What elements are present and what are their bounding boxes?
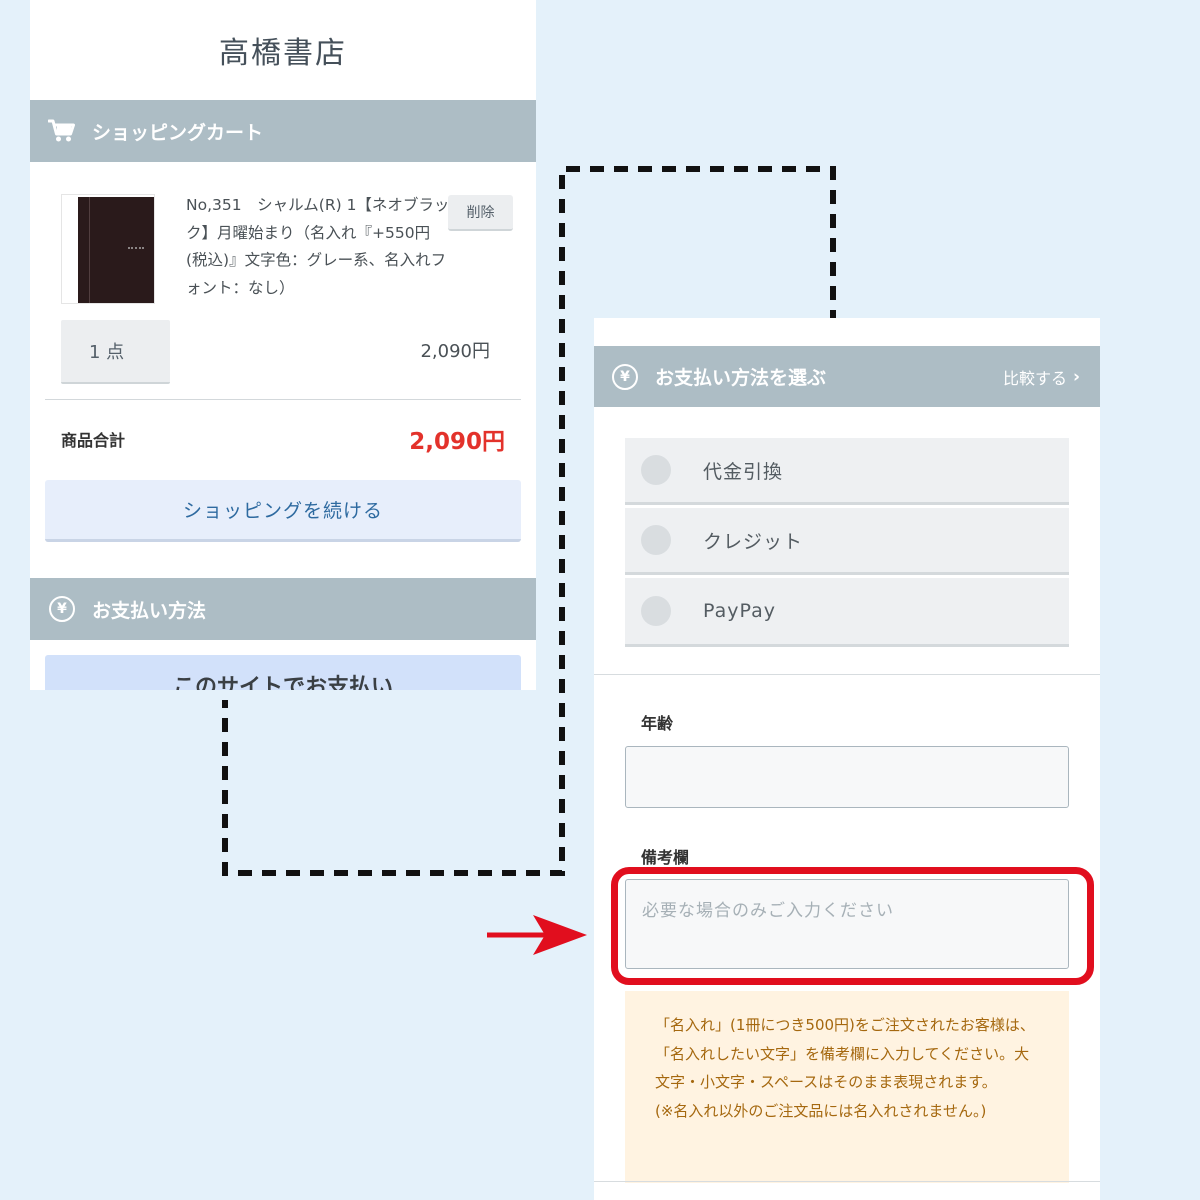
notes-label: 備考欄 [641,848,690,867]
compare-label: 比較する [1002,368,1067,388]
notice-paragraph: 「名入れ」(1冊につき500円)をご注文されたお客様は、「名入れしたい文字」を備… [655,1016,1035,1091]
right-panel: ¥ お支払い方法を選ぶ 比較する › 代金引換 クレジット PayPay 年齢 … [594,318,1100,1200]
chevron-right-icon: › [1072,366,1080,387]
engraving-notice: 「名入れ」(1冊につき500円)をご注文されたお客様は、「名入れしたい文字」を備… [625,991,1069,1183]
radio-button[interactable] [641,596,671,626]
payment-header-right-label: お支払い方法を選ぶ [655,367,827,389]
age-input[interactable] [625,746,1069,808]
bottom-divider [594,1181,1100,1182]
notice-note: (※名入れ以外のご注文品には名入れされません。) [655,1101,987,1120]
radio-button[interactable] [641,455,671,485]
divider [594,674,1100,675]
payment-header-right: ¥ お支払い方法を選ぶ 比較する › [594,346,1100,407]
payment-option-paypay[interactable]: PayPay [625,578,1069,647]
payment-option-label: クレジット [703,530,804,553]
arrow-right-icon [487,915,587,955]
payment-option-label: 代金引換 [703,460,784,483]
payment-options: 代金引換 クレジット PayPay [625,438,1069,647]
notes-highlight-box [611,867,1094,985]
payment-option-label: PayPay [703,600,776,622]
radio-button[interactable] [641,525,671,555]
age-label: 年齢 [641,714,674,733]
payment-option-cod[interactable]: 代金引換 [625,438,1069,505]
compare-link[interactable]: 比較する › [1003,365,1080,389]
yen-icon: ¥ [611,363,639,391]
payment-option-credit[interactable]: クレジット [625,508,1069,575]
